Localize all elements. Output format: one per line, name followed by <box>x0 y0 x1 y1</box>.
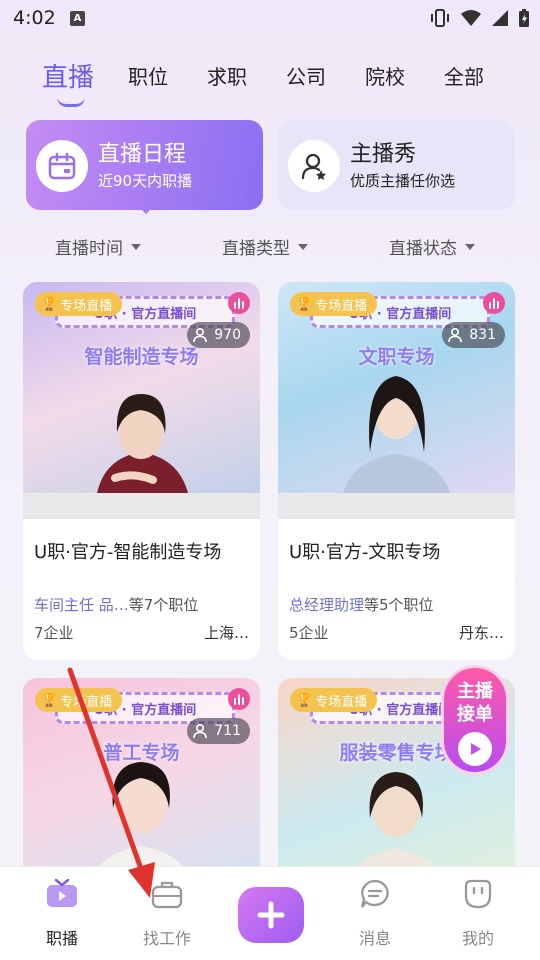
viewers-icon <box>193 723 208 739</box>
viewer-count: 711 <box>187 718 250 744</box>
nav-label: 我的 <box>461 929 494 948</box>
top-tab-bar: 直播 职位 求职 公司 院校 全部 <box>0 55 540 115</box>
feature-card-pointer <box>138 206 154 214</box>
host-star-icon <box>288 140 340 192</box>
vibrate-icon <box>431 9 449 27</box>
badge-label: 专场直播 <box>315 694 368 710</box>
desk <box>23 493 260 519</box>
special-live-badge: 🏆 专场直播 <box>290 688 378 712</box>
live-schedule-title: 直播日程 <box>98 142 187 167</box>
filter-live-time[interactable]: 直播时间 <box>55 234 141 259</box>
nav-profile[interactable]: 我的 <box>438 877 518 949</box>
briefcase-icon <box>150 877 184 911</box>
trophy-icon: 🏆 <box>41 692 58 708</box>
live-title: U职·官方-文职专场 <box>289 542 441 563</box>
nav-label: 消息 <box>358 929 391 948</box>
host-show-card[interactable]: 主播秀 优质主播任你选 <box>278 120 515 210</box>
live-card[interactable]: U职 · 官方直播间 普工专场 🏆 专场直播 711 <box>23 678 260 878</box>
live-positions: 总经理助理等5个职位 <box>289 594 434 615</box>
location: 丹东… <box>458 624 504 642</box>
company-count: 7企业 <box>34 624 74 642</box>
trophy-icon: 🏆 <box>296 692 313 708</box>
viewer-count-value: 831 <box>469 327 496 343</box>
live-positions: 车间主任 品…等7个职位 <box>34 594 198 615</box>
play-icon <box>458 732 492 766</box>
filter-live-status[interactable]: 直播状态 <box>389 234 475 259</box>
host-image <box>339 376 454 519</box>
live-thumbnail: U职 · 官方直播间 普工专场 🏆 专场直播 711 <box>23 678 260 878</box>
tab-companies[interactable]: 公司 <box>286 61 326 90</box>
active-tab-indicator <box>57 97 85 107</box>
desk <box>278 493 515 519</box>
promo-line: 接单 <box>457 704 493 725</box>
trophy-icon: 🏆 <box>296 296 313 312</box>
status-time: 4:02 <box>13 7 56 29</box>
filter-label: 直播类型 <box>222 239 290 259</box>
tab-all[interactable]: 全部 <box>444 61 484 90</box>
live-card[interactable]: U职 · 官方直播间 文职专场 🏆 专场直播 831 U职·官方-文职专场 总经理… <box>278 282 515 660</box>
calendar-icon <box>36 140 88 192</box>
positions-highlight: 总经理助理 <box>289 596 365 614</box>
nav-messages[interactable]: 消息 <box>335 877 415 949</box>
live-thumbnail: U职 · 官方直播间 文职专场 🏆 专场直播 831 <box>278 282 515 519</box>
positions-count: 等7个职位 <box>128 596 199 614</box>
tab-live[interactable]: 直播 <box>42 57 94 94</box>
badge-label: 专场直播 <box>60 298 113 314</box>
viewer-count: 970 <box>187 322 250 348</box>
live-indicator-icon <box>228 292 250 314</box>
company-count: 5企业 <box>289 624 329 642</box>
notification-icon: A <box>70 11 85 26</box>
nav-label: 找工作 <box>142 929 191 948</box>
profile-icon <box>461 877 495 911</box>
positions-count: 等5个职位 <box>364 596 434 614</box>
status-bar: 4:02 A <box>0 0 540 38</box>
badge-label: 专场直播 <box>60 694 113 710</box>
host-image <box>94 394 191 519</box>
bottom-nav-bar: 职播 找工作 消息 我的 <box>0 866 540 960</box>
tab-job-seekers[interactable]: 求职 <box>207 61 247 90</box>
dropdown-arrow-icon <box>298 243 308 250</box>
filter-live-type[interactable]: 直播类型 <box>222 234 308 259</box>
filter-label: 直播状态 <box>389 239 457 259</box>
tv-icon <box>45 877 79 911</box>
plus-icon <box>257 901 285 929</box>
nav-live-jobs[interactable]: 职播 <box>22 877 102 949</box>
badge-label: 专场直播 <box>315 298 368 314</box>
signal-icon <box>492 10 508 26</box>
viewer-count-value: 970 <box>214 327 241 343</box>
viewers-icon <box>193 327 208 343</box>
location: 上海… <box>203 624 249 642</box>
trophy-icon: 🏆 <box>41 296 58 312</box>
special-live-badge: 🏆 专场直播 <box>35 292 123 316</box>
host-show-title: 主播秀 <box>350 142 417 167</box>
special-live-badge: 🏆 专场直播 <box>290 292 378 316</box>
live-thumbnail: U职 · 官方直播间 智能制造专场 🏆 专场直播 970 <box>23 282 260 519</box>
filter-label: 直播时间 <box>55 239 123 259</box>
positions-highlight: 车间主任 品… <box>34 596 129 614</box>
live-card[interactable]: U职 · 官方直播间 智能制造专场 🏆 专场直播 970 U职·官方-智能制造专场… <box>23 282 260 660</box>
battery-icon <box>519 9 529 27</box>
host-order-promo[interactable]: 主播 接单 <box>441 665 509 775</box>
filter-bar: 直播时间 直播类型 直播状态 <box>0 230 540 260</box>
live-title: U职·官方-智能制造专场 <box>34 542 222 563</box>
dropdown-arrow-icon <box>131 243 141 250</box>
add-button[interactable] <box>238 887 304 943</box>
message-icon <box>358 877 392 911</box>
live-schedule-subtitle: 近90天内职播 <box>98 172 193 190</box>
nav-find-job[interactable]: 找工作 <box>127 877 207 949</box>
viewer-count: 831 <box>442 322 505 348</box>
live-schedule-card[interactable]: 直播日程 近90天内职播 <box>26 120 263 210</box>
live-indicator-icon <box>483 292 505 314</box>
viewer-count-value: 711 <box>214 723 241 739</box>
special-live-badge: 🏆 专场直播 <box>35 688 123 712</box>
tab-positions[interactable]: 职位 <box>128 61 168 90</box>
wifi-icon <box>461 10 481 26</box>
viewers-icon <box>448 327 463 343</box>
live-indicator-icon <box>228 688 250 710</box>
nav-label: 职播 <box>45 929 78 948</box>
promo-line: 主播 <box>457 681 493 702</box>
dropdown-arrow-icon <box>465 243 475 250</box>
tab-schools[interactable]: 院校 <box>365 61 405 90</box>
host-show-subtitle: 优质主播任你选 <box>350 172 456 190</box>
